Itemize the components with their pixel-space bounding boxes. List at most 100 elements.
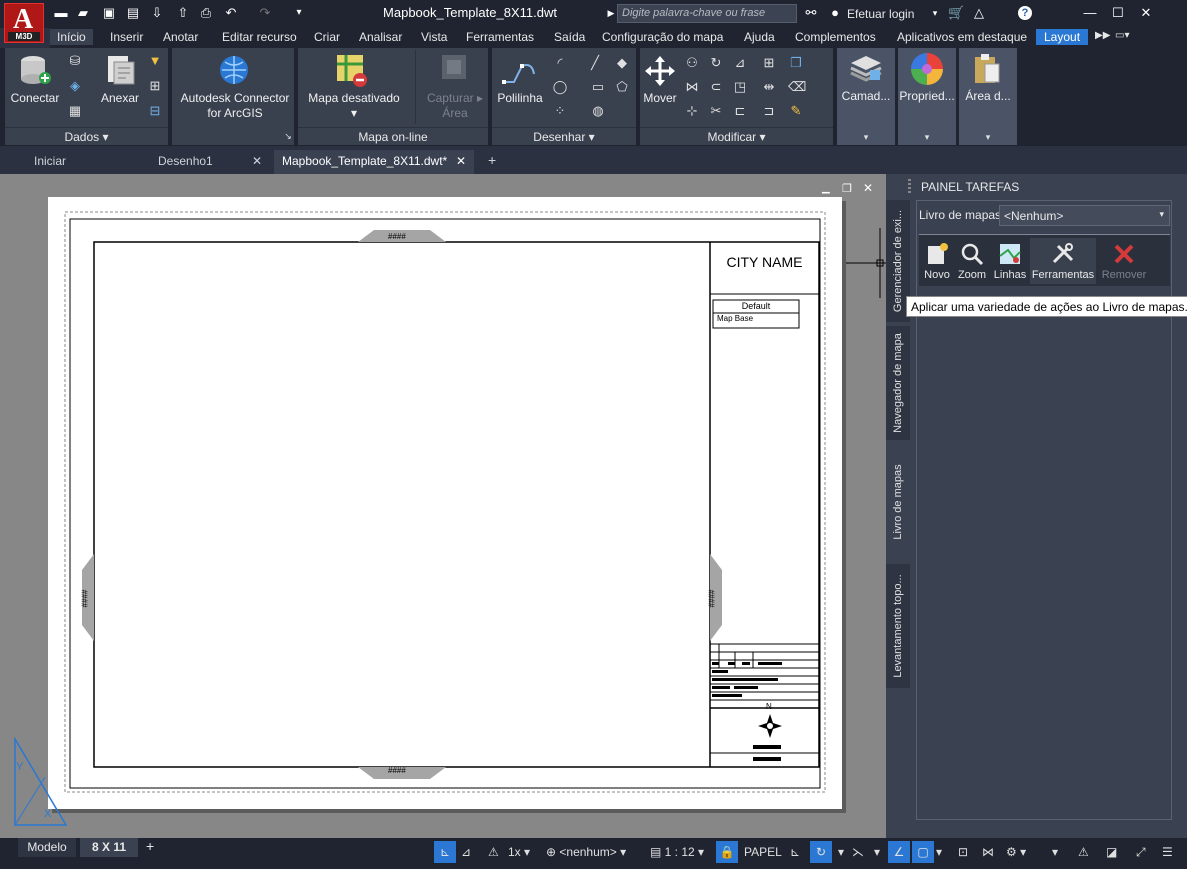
- desenhar-panel-label[interactable]: Desenhar ▾: [492, 127, 636, 145]
- login-link[interactable]: Efetuar login: [847, 7, 914, 21]
- propriedades-expand-icon[interactable]: ▾: [919, 130, 935, 144]
- modificar-panel-label[interactable]: Modificar ▾: [640, 127, 833, 145]
- fullscreen-icon[interactable]: ⤢: [1136, 845, 1146, 860]
- mirror-icon[interactable]: ⋈: [684, 80, 700, 94]
- tab-vista[interactable]: Vista: [421, 30, 447, 44]
- save-icon[interactable]: ▣: [102, 6, 116, 20]
- polar-tracking-icon[interactable]: ↻: [810, 841, 832, 863]
- mover-button[interactable]: Mover: [640, 91, 680, 106]
- close-tab-icon[interactable]: ✕: [456, 154, 466, 168]
- rotate-icon[interactable]: ↻: [708, 56, 724, 70]
- area-expand-icon[interactable]: ▾: [980, 130, 996, 144]
- viewport-close-icon[interactable]: ✕: [863, 181, 873, 195]
- vtab-navegador[interactable]: Navegador de mapa: [886, 326, 910, 440]
- customize-qat-icon[interactable]: ▾: [292, 6, 306, 20]
- polar-dropdown-icon[interactable]: ▾: [838, 845, 844, 859]
- coord-system-select[interactable]: ⊕ <nenhum> ▾: [546, 845, 626, 859]
- add-layout-button[interactable]: +: [146, 838, 154, 854]
- tab-complementos[interactable]: Complementos: [795, 30, 876, 44]
- tab-configuracao-mapa[interactable]: Configuração do mapa: [602, 30, 723, 44]
- more-tabs-icon[interactable]: ▶▶: [1095, 30, 1110, 41]
- panel-launcher-icon[interactable]: ↘: [280, 129, 296, 143]
- snap-dropdown-icon[interactable]: ▾: [874, 845, 880, 859]
- query-icon[interactable]: ◈: [67, 79, 83, 93]
- rectangle-icon[interactable]: ▭: [590, 80, 606, 94]
- arcgis-connector-button[interactable]: Autodesk Connector for ArcGIS: [172, 91, 298, 121]
- capturar-area-button[interactable]: Capturar ▸ Área: [420, 91, 490, 121]
- trim-icon[interactable]: ⊿: [732, 56, 748, 70]
- warning-icon[interactable]: ⚠: [1078, 845, 1089, 859]
- help-icon[interactable]: ?: [1018, 6, 1032, 20]
- camada-expand-icon[interactable]: ▾: [858, 130, 874, 144]
- tab-layout[interactable]: Layout: [1036, 29, 1089, 45]
- store-cart-icon[interactable]: 🛒: [948, 6, 964, 20]
- doc-tab-desenho1[interactable]: Desenho1 ✕: [150, 150, 270, 174]
- osnap-dropdown-icon[interactable]: ▾: [936, 845, 942, 859]
- pane-grip[interactable]: [908, 179, 911, 195]
- polygon-icon[interactable]: ⬠: [614, 80, 630, 94]
- mapa-desativado-button[interactable]: Mapa desativado ▾: [304, 91, 404, 121]
- explode-icon[interactable]: ⊹: [684, 104, 700, 118]
- zoom-button[interactable]: Zoom: [956, 242, 988, 281]
- scale-select[interactable]: ▤ 1 : 12 ▾: [650, 845, 704, 859]
- fillet-icon[interactable]: ⊂: [708, 80, 724, 94]
- annotation-icon[interactable]: ⚠: [488, 845, 499, 859]
- layer-stack-icon[interactable]: ❐: [788, 56, 804, 70]
- app-logo[interactable]: A M3D: [4, 3, 44, 43]
- tab-ferramentas[interactable]: Ferramentas: [466, 30, 534, 44]
- annotation-monitor-icon[interactable]: ⋈: [982, 845, 994, 859]
- scissors-icon[interactable]: ✂: [708, 104, 724, 118]
- settings-gear-icon[interactable]: ⚙ ▾: [1006, 845, 1026, 859]
- filter-funnel-icon[interactable]: ▼: [147, 54, 163, 68]
- object-snap-tracking-icon[interactable]: ∠: [888, 841, 910, 863]
- livro-select[interactable]: <Nenhum> ▾: [999, 205, 1170, 226]
- break-icon[interactable]: ⊏: [732, 104, 748, 118]
- tab-inicio[interactable]: Início: [50, 29, 93, 45]
- lock-icon[interactable]: 🔒: [716, 841, 738, 863]
- ribbon-minimize-icon[interactable]: ▭▾: [1115, 30, 1129, 41]
- save-as-icon[interactable]: ▤: [126, 6, 140, 20]
- search-input[interactable]: Digite palavra-chave ou frase: [617, 4, 797, 23]
- tab-criar[interactable]: Criar: [314, 30, 340, 44]
- ferramentas-button[interactable]: Ferramentas: [1030, 238, 1096, 284]
- customize-icon[interactable]: ▾: [1052, 845, 1058, 859]
- search-expand-icon[interactable]: ▶: [604, 6, 618, 20]
- scale-icon[interactable]: ◳: [732, 80, 748, 94]
- close-tab-icon[interactable]: ✕: [252, 154, 262, 168]
- object-snap-icon[interactable]: ▢: [912, 841, 934, 863]
- workspace-icon[interactable]: ⊡: [958, 845, 968, 859]
- undo-icon[interactable]: ↶: [224, 6, 238, 20]
- diamond-icon[interactable]: ◆: [614, 56, 630, 70]
- doc-tab-iniciar[interactable]: Iniciar: [26, 150, 148, 174]
- close-window-icon[interactable]: ✕: [1139, 6, 1153, 20]
- new-file-icon[interactable]: ▬: [54, 6, 68, 20]
- novo-button[interactable]: Novo: [922, 242, 952, 281]
- table-icon[interactable]: ▦: [67, 104, 83, 118]
- anexar-button[interactable]: Anexar: [97, 91, 143, 106]
- tab-inserir[interactable]: Inserir: [110, 30, 143, 44]
- circle-icon[interactable]: ◯: [552, 80, 568, 94]
- array-icon[interactable]: ⊞: [761, 56, 777, 70]
- copy-icon[interactable]: ⚇: [684, 56, 700, 70]
- print-icon[interactable]: ⎙: [199, 6, 213, 20]
- papel-button[interactable]: PAPEL: [744, 845, 782, 859]
- tab-anotar[interactable]: Anotar: [163, 30, 198, 44]
- data-filter-icon[interactable]: ⛁: [67, 54, 83, 68]
- vtab-livro-mapas[interactable]: Livro de mapas: [886, 444, 910, 560]
- viewport-minimize-icon[interactable]: ▁: [822, 183, 830, 194]
- login-dropdown-icon[interactable]: ▾: [928, 6, 942, 20]
- zoom-value[interactable]: 1x ▾: [508, 845, 530, 859]
- panel-camada[interactable]: Camad... ▾: [837, 48, 895, 145]
- open-web-icon[interactable]: ⇩: [150, 6, 164, 20]
- match-properties-icon[interactable]: ✎: [788, 104, 804, 118]
- paper-model-icon[interactable]: ⊾: [434, 841, 456, 863]
- quick-props-icon[interactable]: ◪: [1106, 845, 1117, 859]
- hatch-icon[interactable]: ◍: [590, 104, 606, 118]
- line-icon[interactable]: ╱: [587, 56, 603, 70]
- panel-area-transferencia[interactable]: Área d... ▾: [959, 48, 1017, 145]
- dados-panel-label[interactable]: Dados ▾: [5, 127, 168, 145]
- tab-analisar[interactable]: Analisar: [359, 30, 402, 44]
- redo-icon[interactable]: ↷: [258, 6, 272, 20]
- tab-aplicativos-destaque[interactable]: Aplicativos em destaque: [897, 30, 1027, 44]
- viewport-scale-icon[interactable]: ⊿: [461, 845, 471, 859]
